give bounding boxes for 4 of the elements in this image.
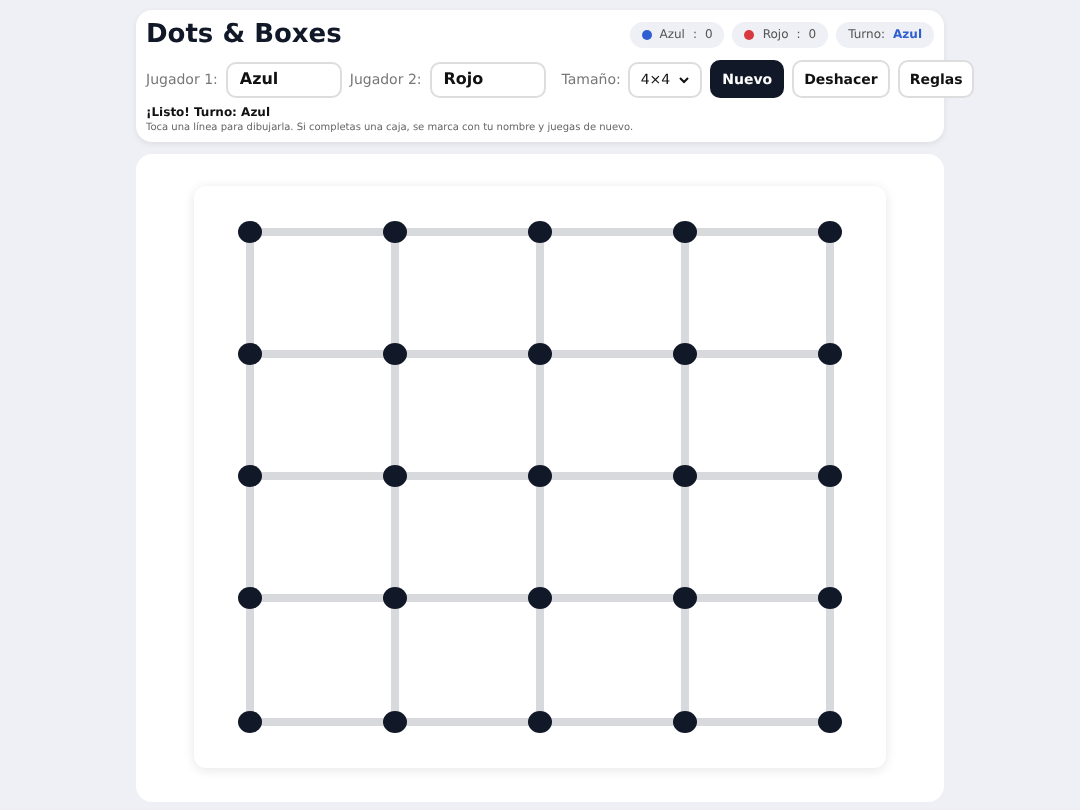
player-name-field[interactable]: Rojo (429, 61, 546, 97)
chevron-icon (678, 75, 691, 83)
player-name-field[interactable]: Azul (225, 61, 342, 97)
app-title: Dots & Boxes (146, 20, 344, 50)
